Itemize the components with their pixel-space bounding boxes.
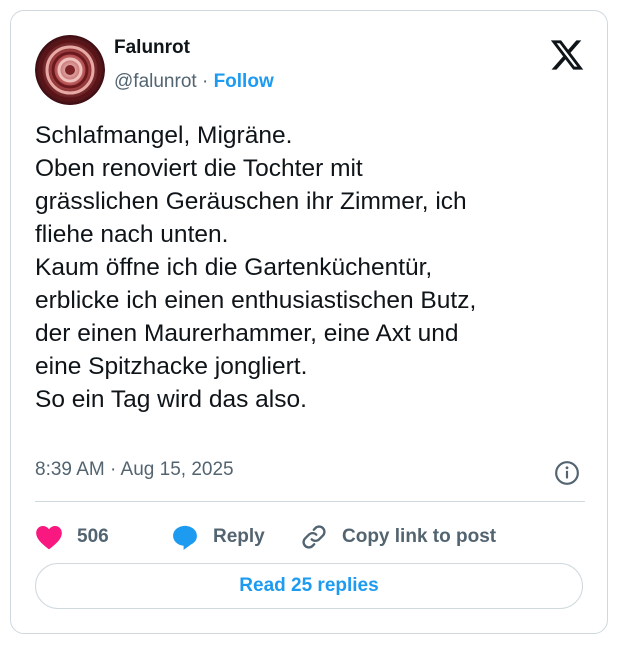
tweet-line: der einen Maurerhammer, eine Axt und (35, 320, 459, 347)
link-icon (302, 525, 326, 549)
reply-bubble-icon (173, 525, 197, 550)
tweet-line: Schlafmangel, Migräne. (35, 122, 293, 149)
tweet-line: eine Spitzhacke jongliert. (35, 353, 308, 380)
author-name[interactable]: Falunrot (114, 37, 190, 59)
tweet-line: Oben renoviert die Tochter mit (35, 155, 363, 182)
tweet-line: grässlichen Geräuschen ihr Zimmer, ich (35, 188, 467, 215)
tweet-card: Falunrot @falunrot · Follow Schlafmangel… (10, 10, 608, 634)
tweet-line: So ein Tag wird das also. (35, 386, 307, 413)
tweet-timestamp[interactable]: 8:39 AM · Aug 15, 2025 (35, 459, 234, 481)
tweet-line: Kaum öffne ich die Gartenküchentür, (35, 254, 433, 281)
author-handle[interactable]: @falunrot (114, 71, 197, 92)
avatar[interactable] (35, 35, 105, 105)
reply-label: Reply (213, 526, 265, 547)
copy-link-button[interactable]: Copy link to post (300, 517, 496, 557)
author-handle-row: @falunrot · Follow (114, 71, 274, 93)
action-bar: 506 Reply Copy link to post (35, 517, 595, 557)
divider (35, 501, 585, 502)
read-replies-button[interactable]: Read 25 replies (35, 563, 583, 609)
spiral-avatar-icon (35, 35, 105, 105)
info-icon[interactable] (554, 460, 580, 486)
copy-link-label: Copy link to post (342, 526, 497, 547)
heart-icon (36, 526, 62, 550)
like-count: 506 (77, 526, 109, 547)
x-logo-icon[interactable] (549, 37, 585, 73)
like-button[interactable]: 506 (35, 517, 109, 557)
tweet-text: Schlafmangel, Migräne. Oben renoviert di… (35, 119, 595, 416)
tweet-line: erblicke ich einen enthusiastischen Butz… (35, 287, 477, 314)
follow-button[interactable]: Follow (214, 71, 274, 92)
tweet-line: fliehe nach unten. (35, 221, 229, 248)
handle-separator: · (201, 71, 209, 92)
reply-button[interactable]: Reply (171, 517, 265, 557)
